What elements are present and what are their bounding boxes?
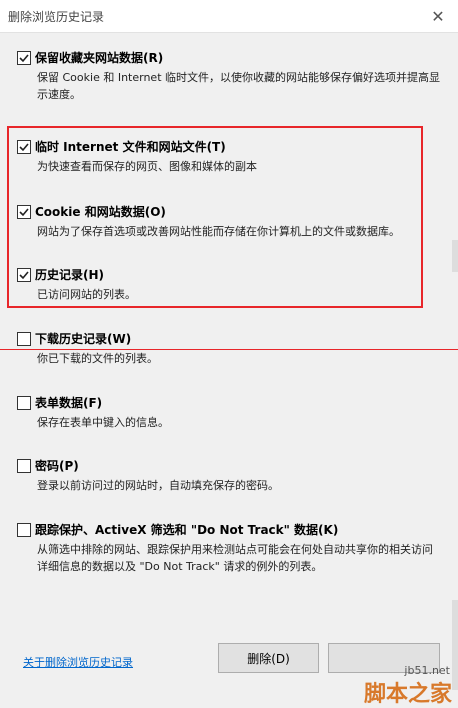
checkbox-passwords[interactable] (17, 459, 31, 473)
option-form-data[interactable]: 表单数据(F) 保存在表单中键入的信息。 (17, 395, 442, 431)
option-description: 为快速查看而保存的网页、图像和媒体的副本 (37, 160, 257, 173)
background-window-edge (452, 600, 458, 690)
option-label: 历史记录(H) (35, 268, 105, 282)
checkbox-temp-internet-files[interactable] (17, 140, 31, 154)
background-window-edge (452, 240, 458, 272)
option-description: 登录以前访问过的网站时，自动填充保存的密码。 (37, 479, 279, 492)
option-description: 从筛选中排除的网站、跟踪保护用来检测站点可能会在何处自动共享你的相关访问详细信息… (37, 543, 433, 573)
option-download-history[interactable]: 下载历史记录(W) 你已下载的文件的列表。 (17, 331, 442, 367)
checkbox-tracking-protection[interactable] (17, 523, 31, 537)
option-history[interactable]: 历史记录(H) 已访问网站的列表。 (17, 267, 442, 303)
option-passwords[interactable]: 密码(P) 登录以前访问过的网站时，自动填充保存的密码。 (17, 458, 442, 494)
checkbox-form-data[interactable] (17, 396, 31, 410)
option-label: Cookie 和网站数据(O) (35, 205, 166, 219)
option-description: 你已下载的文件的列表。 (37, 352, 158, 365)
option-cookies[interactable]: Cookie 和网站数据(O) 网站为了保存首选项或改善网站性能而存储在你计算机… (17, 204, 442, 240)
about-delete-history-link[interactable]: 关于删除浏览历史记录 (23, 654, 133, 670)
checkbox-download-history[interactable] (17, 332, 31, 346)
checkmark-icon (19, 143, 29, 152)
option-description: 已访问网站的列表。 (37, 288, 136, 301)
option-label: 跟踪保护、ActiveX 筛选和 "Do Not Track" 数据(K) (35, 523, 339, 537)
checkmark-icon (19, 271, 29, 280)
window-title: 删除浏览历史记录 (8, 10, 105, 24)
option-label: 表单数据(F) (35, 396, 103, 410)
title-bar: 删除浏览历史记录 ✕ (0, 0, 458, 33)
option-label: 密码(P) (35, 459, 79, 473)
watermark-brand: 脚本之家 (363, 681, 452, 707)
delete-button[interactable]: 删除(D) (218, 643, 319, 673)
checkbox-cookies[interactable] (17, 205, 31, 219)
option-description: 保存在表单中键入的信息。 (37, 416, 169, 429)
option-keep-favorites[interactable]: 保留收藏夹网站数据(R) 保留 Cookie 和 Internet 临时文件，以… (17, 50, 442, 103)
close-icon: ✕ (431, 6, 445, 26)
checkbox-history[interactable] (17, 268, 31, 282)
checkbox-keep-favorites[interactable] (17, 51, 31, 65)
checkmark-icon (19, 208, 29, 217)
close-button[interactable]: ✕ (426, 4, 450, 28)
option-description: 网站为了保存首选项或改善网站性能而存储在你计算机上的文件或数据库。 (37, 225, 400, 238)
option-tracking-protection[interactable]: 跟踪保护、ActiveX 筛选和 "Do Not Track" 数据(K) 从筛… (17, 522, 442, 575)
option-label: 临时 Internet 文件和网站文件(T) (35, 140, 226, 154)
option-description: 保留 Cookie 和 Internet 临时文件，以使你收藏的网站能够保存偏好… (37, 71, 440, 101)
checkmark-icon (19, 54, 29, 63)
option-label: 下载历史记录(W) (35, 332, 132, 346)
option-label: 保留收藏夹网站数据(R) (35, 51, 164, 65)
option-temp-internet-files[interactable]: 临时 Internet 文件和网站文件(T) 为快速查看而保存的网页、图像和媒体… (17, 139, 442, 175)
